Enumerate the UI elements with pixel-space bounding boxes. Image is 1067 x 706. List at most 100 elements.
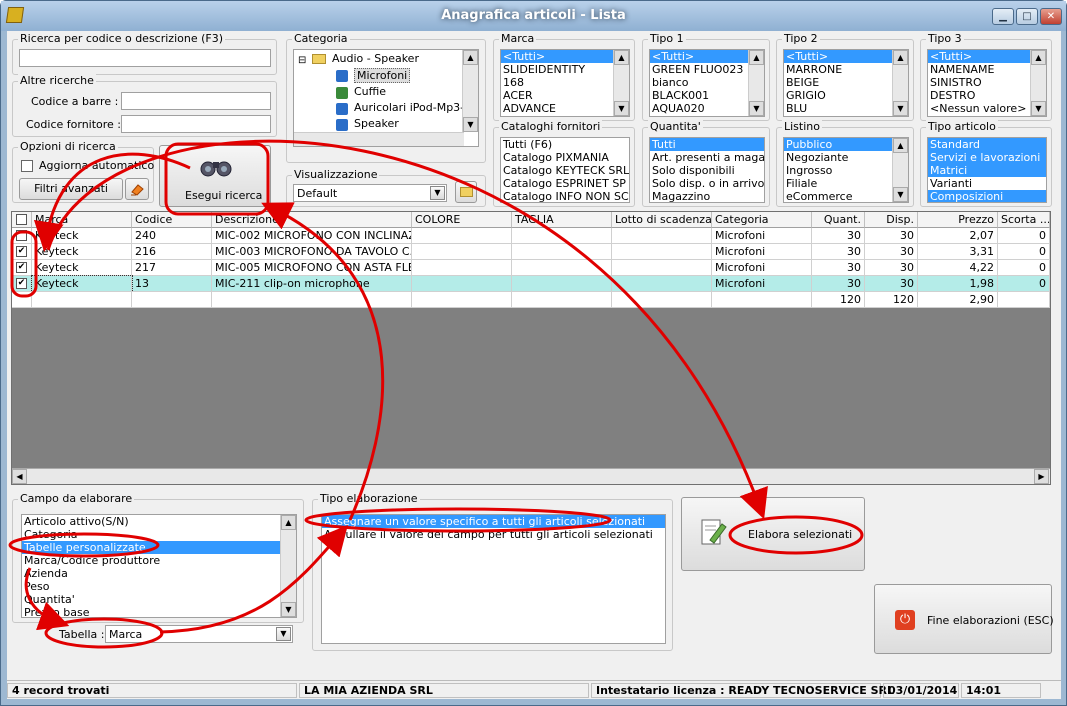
list-item[interactable]: <Tutti> — [650, 50, 764, 63]
open-folder-button[interactable] — [455, 181, 477, 203]
scroll-up-icon[interactable]: ▲ — [1031, 50, 1046, 65]
fine-elaborazioni-button[interactable]: ⏻ Fine elaborazioni (ESC) — [874, 584, 1054, 654]
cell-quant[interactable]: 30 — [812, 244, 865, 260]
run-search-button[interactable]: Esegui ricerca — [159, 145, 271, 207]
cell-taglia[interactable] — [512, 228, 612, 244]
list-item[interactable]: AQUA020 — [650, 102, 764, 115]
list-item[interactable]: BLU — [784, 102, 908, 115]
list-item[interactable]: Marca/Codice produttore — [22, 554, 296, 567]
cell-colore[interactable] — [412, 228, 512, 244]
scroll-down-icon[interactable]: ▼ — [614, 101, 629, 116]
cell-categoria[interactable]: Microfoni — [712, 276, 812, 292]
table-row[interactable]: ✔ Keyteck 217 MIC-005 MICROFONO CON ASTA FL… — [12, 260, 1050, 276]
barcode-input[interactable] — [121, 92, 271, 110]
list-item[interactable]: Catalogo KEYTECK SRL — [501, 164, 629, 177]
cell-marca[interactable]: Keyteck — [31, 275, 133, 293]
cell-quant[interactable]: 30 — [812, 276, 865, 292]
scroll-left-icon[interactable]: ◀ — [12, 469, 27, 484]
list-item[interactable]: ADVANCE — [501, 102, 629, 115]
list-item[interactable]: Solo disp. o in arrivo — [650, 177, 764, 190]
list-item[interactable]: Azienda — [22, 567, 296, 580]
list-item[interactable]: Composizioni — [928, 190, 1046, 202]
col-scorta[interactable]: Scorta ... — [998, 212, 1050, 228]
list-item[interactable]: Categoria — [22, 528, 296, 541]
cell-marca[interactable]: Keyteck — [32, 260, 132, 276]
select-all-checkbox[interactable] — [16, 214, 27, 225]
list-item[interactable]: Annullare il valore del campo per tutti … — [322, 528, 665, 541]
cell-disp[interactable]: 30 — [865, 228, 918, 244]
list-item[interactable]: eCommerce — [784, 190, 908, 202]
list-item[interactable]: SINISTRO — [928, 76, 1046, 89]
list-item[interactable]: Magazzino — [650, 190, 764, 202]
list-item[interactable]: Varianti — [928, 177, 1046, 190]
list-item[interactable]: Art. presenti a maga — [650, 151, 764, 164]
list-item[interactable]: Peso — [22, 580, 296, 593]
row-checkbox[interactable] — [16, 230, 27, 241]
cell-taglia[interactable] — [512, 244, 612, 260]
scroll-down-icon[interactable]: ▼ — [463, 117, 478, 132]
cell-taglia[interactable] — [512, 276, 612, 292]
search-input[interactable] — [19, 49, 271, 67]
tree-collapse-icon[interactable]: ⊟ — [298, 55, 306, 66]
list-item[interactable]: Standard — [928, 138, 1046, 151]
cell-lotto[interactable] — [612, 260, 712, 276]
close-button[interactable]: ✕ — [1040, 8, 1062, 25]
list-item[interactable]: Catalogo PIXMANIA — [501, 151, 629, 164]
col-colore[interactable]: COLORE — [412, 212, 512, 228]
cell-descrizione[interactable]: MIC-005 MICROFONO CON ASTA FLE... — [212, 260, 412, 276]
categoria-tree[interactable]: ⊟ Audio - Speaker Microfoni Cuffie Auric… — [293, 49, 479, 147]
tipo1-list[interactable]: <Tutti> GREEN FLUO023 bianco BLACK001 AQ… — [649, 49, 765, 117]
cell-codice[interactable]: 217 — [132, 260, 212, 276]
maximize-button[interactable]: □ — [1016, 8, 1038, 25]
cell-prezzo[interactable]: 2,07 — [918, 228, 998, 244]
cell-scorta[interactable]: 0 — [998, 244, 1050, 260]
tree-item-auricolari[interactable]: Auricolari iPod-Mp3-Mp4 — [354, 101, 478, 114]
scroll-right-icon[interactable]: ▶ — [1034, 469, 1049, 484]
cell-prezzo[interactable]: 4,22 — [918, 260, 998, 276]
cell-descrizione[interactable]: MIC-211 clip-on microphone — [212, 276, 412, 292]
list-scrollbar[interactable]: ▲ ▼ — [892, 138, 908, 202]
chevron-down-icon[interactable]: ▼ — [430, 186, 445, 200]
list-item[interactable]: 168 — [501, 76, 629, 89]
cell-lotto[interactable] — [612, 228, 712, 244]
list-item[interactable]: ACER — [501, 89, 629, 102]
list-item[interactable]: Solo disponibili — [650, 164, 764, 177]
list-scrollbar[interactable]: ▲ ▼ — [1030, 50, 1046, 116]
cell-taglia[interactable] — [512, 260, 612, 276]
table-row[interactable]: ✔ Keyteck 13 MIC-211 clip-on microphone Micr… — [12, 275, 1050, 293]
list-item[interactable]: GREEN FLUO023 — [650, 63, 764, 76]
articles-grid[interactable]: Marca Codice Descrizione COLORE TAGLIA L… — [11, 211, 1051, 485]
col-disp[interactable]: Disp. — [865, 212, 918, 228]
tree-vscrollbar[interactable]: ▲ ▼ — [462, 50, 478, 132]
cell-quant[interactable]: 30 — [812, 260, 865, 276]
table-row[interactable]: ✔ Keyteck 216 MIC-003 MICROFONO DA TAVOLO C… — [12, 244, 1050, 260]
auto-update-checkbox[interactable] — [21, 160, 33, 172]
cataloghi-list[interactable]: Tutti (F6) Catalogo PIXMANIA Catalogo KE… — [500, 137, 630, 203]
advanced-filters-button[interactable]: Filtri avanzati — [19, 178, 123, 200]
cell-categoria[interactable]: Microfoni — [712, 244, 812, 260]
col-marca[interactable]: Marca — [32, 212, 132, 228]
list-item[interactable]: Ingrosso — [784, 164, 908, 177]
list-item[interactable]: Quantita' — [22, 593, 296, 606]
cell-lotto[interactable] — [612, 276, 712, 292]
cell-scorta[interactable]: 0 — [998, 276, 1050, 292]
list-item[interactable]: Pubblico — [784, 138, 908, 151]
clear-filters-button[interactable] — [125, 178, 149, 200]
scroll-down-icon[interactable]: ▼ — [281, 602, 296, 617]
list-item[interactable]: Tutti (F6) — [501, 138, 629, 151]
campo-list[interactable]: Articolo attivo(S/N) Categoria Tabelle p… — [21, 514, 297, 618]
list-item[interactable]: <Tutti> — [928, 50, 1046, 63]
list-item[interactable]: Catalogo ESPRINET SP — [501, 177, 629, 190]
row-check-cell[interactable]: ✔ — [12, 244, 32, 260]
tree-hscrollbar[interactable] — [294, 132, 464, 146]
col-categoria[interactable]: Categoria — [712, 212, 812, 228]
col-lotto[interactable]: Lotto di scadenza — [612, 212, 712, 228]
tipo-elaborazione-list[interactable]: Assegnare un valore specifico a tutti gl… — [321, 514, 666, 644]
list-item[interactable]: GRIGIO — [784, 89, 908, 102]
cell-colore[interactable] — [412, 260, 512, 276]
list-item[interactable]: Assegnare un valore specifico a tutti gl… — [322, 515, 665, 528]
cell-disp[interactable]: 30 — [865, 244, 918, 260]
marca-list[interactable]: <Tutti> SLIDEIDENTITY 168 ACER ADVANCE ▲… — [500, 49, 630, 117]
row-check-cell[interactable] — [12, 228, 32, 244]
list-scrollbar[interactable]: ▲ ▼ — [280, 515, 296, 617]
